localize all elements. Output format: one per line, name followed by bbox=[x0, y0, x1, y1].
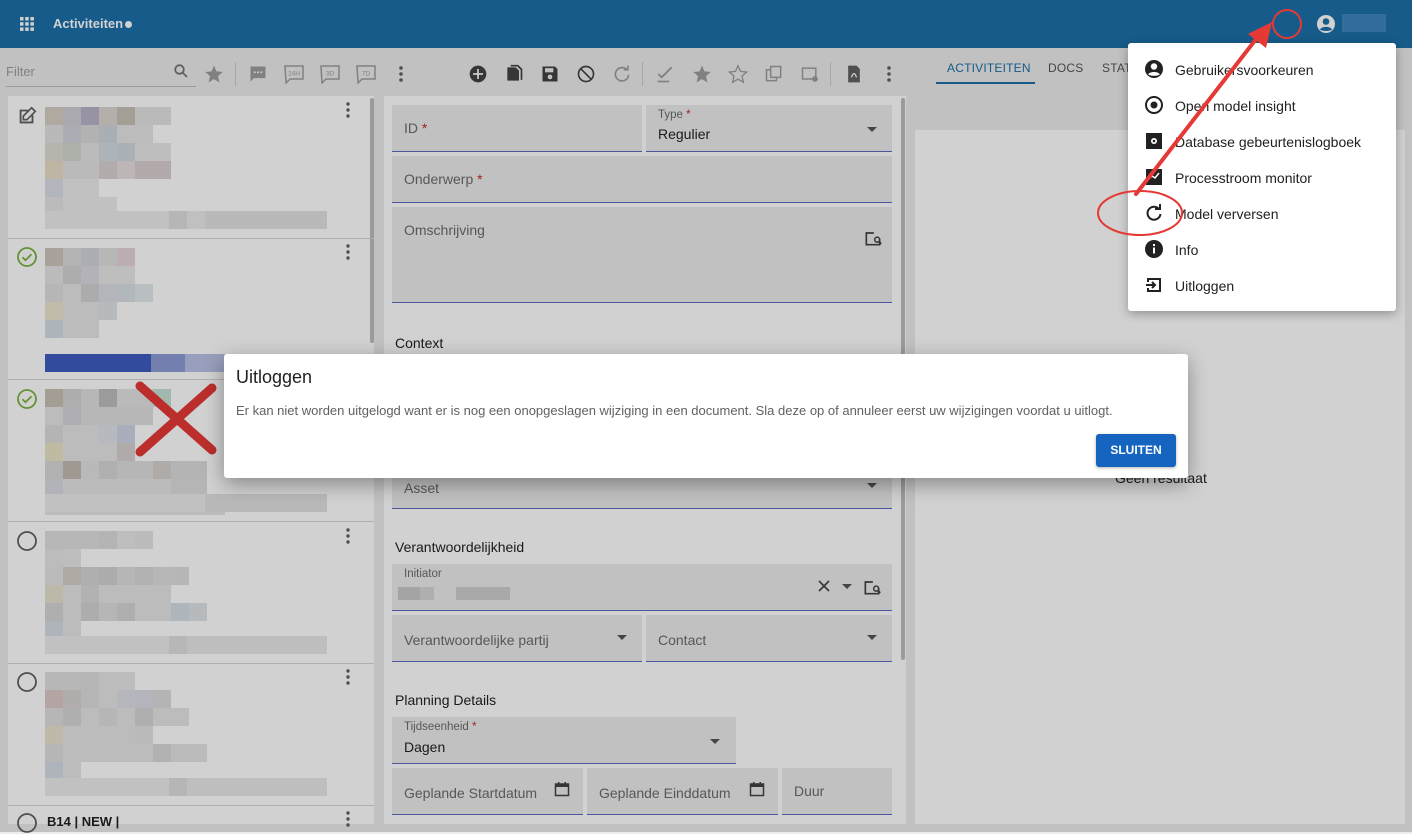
annotation-arrow bbox=[1130, 22, 1280, 202]
dialog-title: Uitloggen bbox=[236, 367, 313, 387]
menu-label: Model verversen bbox=[1175, 206, 1279, 222]
logout-dialog: Uitloggen Er kan niet worden uitgelogd w… bbox=[224, 354, 1188, 478]
menu-label: Info bbox=[1175, 242, 1199, 258]
info-icon bbox=[1144, 239, 1164, 259]
menu-label: Uitloggen bbox=[1175, 278, 1235, 294]
logout-icon bbox=[1144, 275, 1164, 295]
dialog-message: Er kan niet worden uitgelogd want er is … bbox=[236, 403, 1113, 418]
close-dialog-button[interactable]: SLUITEN bbox=[1096, 434, 1176, 467]
